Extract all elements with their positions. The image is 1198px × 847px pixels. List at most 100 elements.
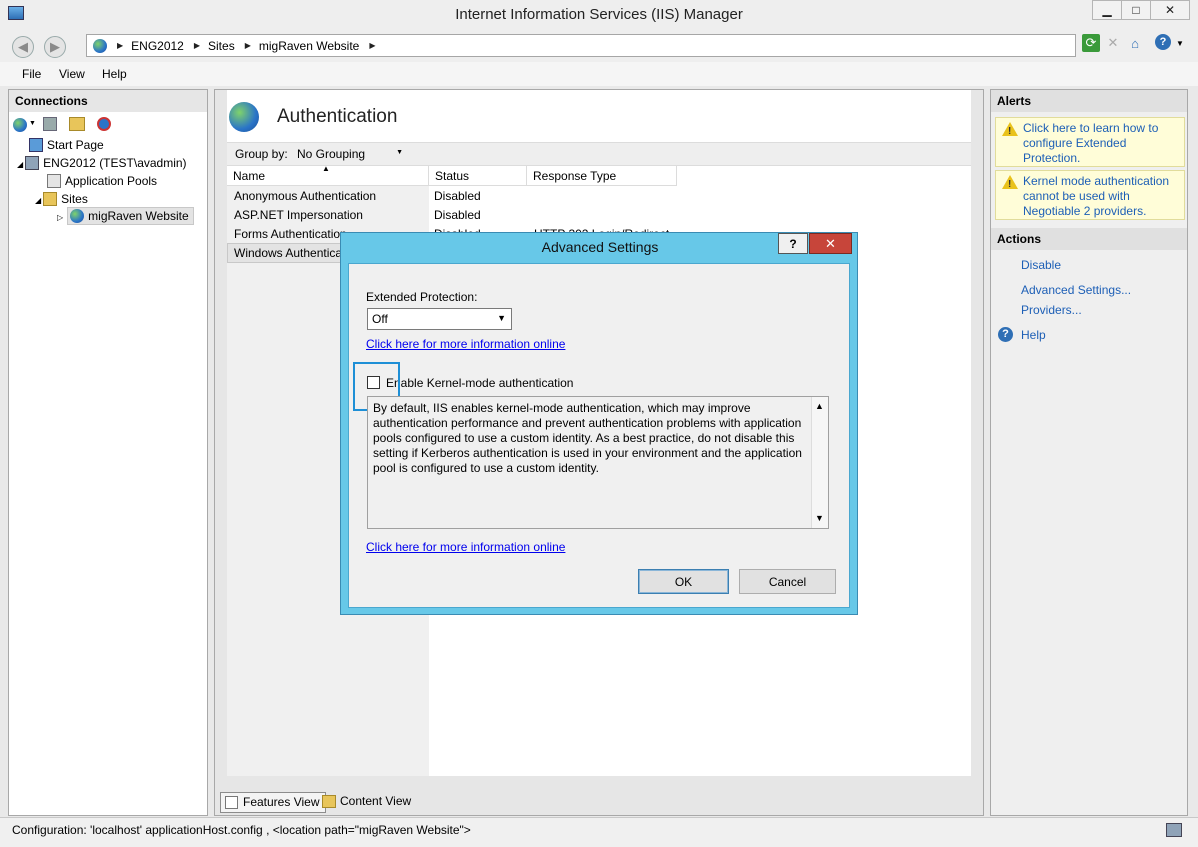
alerts-header: Alerts [991, 90, 1187, 112]
action-disable[interactable]: Disable [1021, 258, 1061, 272]
table-row[interactable]: Anonymous Authentication Disabled [227, 187, 971, 206]
row-status: Disabled [434, 208, 481, 222]
window-title: Internet Information Services (IIS) Mana… [455, 6, 743, 23]
connections-panel: Connections ▼ Start Page ◢ ENG2012 (TEST\… [8, 89, 208, 816]
row-status: Disabled [434, 189, 481, 203]
view-tabs: Features View Content View [214, 788, 984, 816]
connections-toolbar: ▼ [9, 114, 207, 136]
alert-kernel-mode[interactable]: Kernel mode authentication cannot be use… [995, 170, 1185, 220]
tree-item-server[interactable]: ◢ ENG2012 (TEST\avadmin) [17, 156, 187, 170]
actions-header: Actions [991, 228, 1187, 250]
help-menu-icon[interactable]: ? [1155, 34, 1171, 50]
table-row[interactable]: ASP.NET Impersonation Disabled [227, 206, 971, 225]
disconnect-icon[interactable] [97, 117, 111, 131]
row-name: ASP.NET Impersonation [234, 208, 363, 222]
extended-protection-label: Extended Protection: [366, 290, 478, 304]
help-dropdown-arrow-icon[interactable]: ▼ [1176, 39, 1184, 48]
tree-item-sites[interactable]: ◢ Sites [35, 192, 88, 206]
breadcrumb-arrow-icon: ▶ [117, 41, 124, 50]
row-name: Forms Authentication [234, 227, 347, 241]
tab-features-view[interactable]: Features View [220, 792, 327, 813]
status-bar: Configuration: 'localhost' applicationHo… [0, 817, 1198, 847]
warning-icon [1002, 122, 1018, 139]
expand-arrow-icon[interactable]: ▷ [57, 213, 63, 222]
extended-protection-select[interactable]: Off ▼ [367, 308, 512, 330]
info-link-extended-protection[interactable]: Click here for more information online [366, 337, 565, 351]
tree-item-application-pools[interactable]: Application Pools [47, 174, 157, 188]
scroll-down-icon[interactable]: ▼ [815, 511, 824, 526]
groupby-label: Group by: [235, 147, 288, 161]
sites-folder-icon [43, 192, 58, 206]
breadcrumb-arrow-icon: ▶ [369, 41, 376, 50]
menu-help[interactable]: Help [102, 67, 127, 81]
connect-icon[interactable] [13, 118, 27, 132]
action-advanced-settings[interactable]: Advanced Settings... [1021, 283, 1131, 297]
globe-icon [93, 38, 107, 53]
description-textbox[interactable]: By default, IIS enables kernel-mode auth… [367, 396, 829, 529]
maximize-button[interactable]: □ [1121, 0, 1151, 20]
info-link-kernel-mode[interactable]: Click here for more information online [366, 540, 565, 554]
alert-extended-protection[interactable]: Click here to learn how to configure Ext… [995, 117, 1185, 167]
collapse-arrow-icon[interactable]: ◢ [35, 196, 41, 205]
chevron-down-icon: ▼ [396, 149, 403, 156]
collapse-arrow-icon[interactable]: ◢ [17, 160, 23, 169]
chevron-down-icon: ▼ [497, 313, 506, 323]
column-header-name[interactable]: Name ▲ [227, 164, 429, 186]
app-pools-icon [47, 174, 61, 188]
column-header-response-type[interactable]: Response Type [527, 166, 677, 186]
action-providers[interactable]: Providers... [1021, 303, 1082, 317]
dialog-close-button[interactable]: ✕ [809, 233, 852, 254]
action-help[interactable]: Help [1021, 328, 1046, 342]
network-status-icon [1166, 823, 1182, 837]
help-icon: ? [998, 327, 1013, 342]
refresh-icon[interactable]: ⟳ [1082, 34, 1100, 52]
back-button[interactable]: ◀ [12, 36, 34, 58]
breadcrumb-item[interactable]: Sites [208, 39, 235, 53]
breadcrumb-item[interactable]: ENG2012 [131, 39, 184, 53]
kernel-mode-checkbox-label[interactable]: Enable Kernel-mode authentication [386, 376, 573, 390]
authentication-globe-icon [229, 102, 259, 132]
breadcrumb-arrow-icon: ▶ [244, 41, 251, 50]
groupby-dropdown[interactable]: No Grouping ▼ [293, 144, 407, 164]
groupby-value: No Grouping [297, 147, 366, 161]
ok-button[interactable]: OK [638, 569, 729, 594]
start-page-icon [29, 138, 43, 152]
scroll-up-icon[interactable]: ▲ [815, 399, 824, 414]
content-view-icon [322, 795, 336, 808]
dialog-help-button[interactable]: ? [778, 233, 808, 254]
breadcrumb-item[interactable]: migRaven Website [259, 39, 360, 53]
stop-icon[interactable]: ✕ [1104, 34, 1122, 52]
home-icon[interactable]: ⌂ [1126, 34, 1144, 52]
minimize-button[interactable]: ▁ [1092, 0, 1122, 20]
row-name: Anonymous Authentication [234, 189, 377, 203]
cancel-button[interactable]: Cancel [739, 569, 836, 594]
selected-node: migRaven Website [67, 207, 194, 225]
server-icon [25, 156, 40, 170]
menu-view[interactable]: View [59, 67, 85, 81]
tree-item-migraven-website[interactable]: ▷ migRaven Website [57, 207, 194, 225]
column-header-status[interactable]: Status [429, 166, 527, 186]
tree-item-start-page[interactable]: Start Page [29, 138, 104, 152]
dropdown-arrow-icon[interactable]: ▼ [29, 120, 36, 127]
close-window-button[interactable]: ✕ [1150, 0, 1190, 20]
warning-icon [1002, 175, 1018, 192]
dialog-body: Extended Protection: Off ▼ Click here fo… [348, 263, 850, 608]
globe-icon [70, 209, 85, 223]
address-bar[interactable]: ▶ ENG2012 ▶ Sites ▶ migRaven Website ▶ [86, 34, 1076, 57]
breadcrumb-arrow-icon: ▶ [193, 41, 201, 50]
features-view-icon [225, 796, 238, 809]
forward-button[interactable]: ▶ [44, 36, 66, 58]
title-bar: Internet Information Services (IIS) Mana… [0, 0, 1198, 30]
sort-ascending-icon: ▲ [322, 164, 330, 173]
description-scrollbar[interactable]: ▲ ▼ [811, 397, 828, 528]
tab-content-view[interactable]: Content View [318, 792, 417, 813]
actions-panel: Alerts Click here to learn how to config… [990, 89, 1188, 816]
save-icon[interactable] [43, 117, 57, 131]
advanced-settings-dialog: Advanced Settings ? ✕ Extended Protectio… [340, 232, 858, 615]
status-text: Configuration: 'localhost' applicationHo… [12, 823, 471, 837]
menu-file[interactable]: File [22, 67, 41, 81]
up-folder-icon[interactable] [69, 117, 85, 131]
page-title: Authentication [277, 106, 398, 127]
connections-header: Connections [9, 90, 207, 112]
menu-bar: File View Help [0, 62, 1198, 86]
